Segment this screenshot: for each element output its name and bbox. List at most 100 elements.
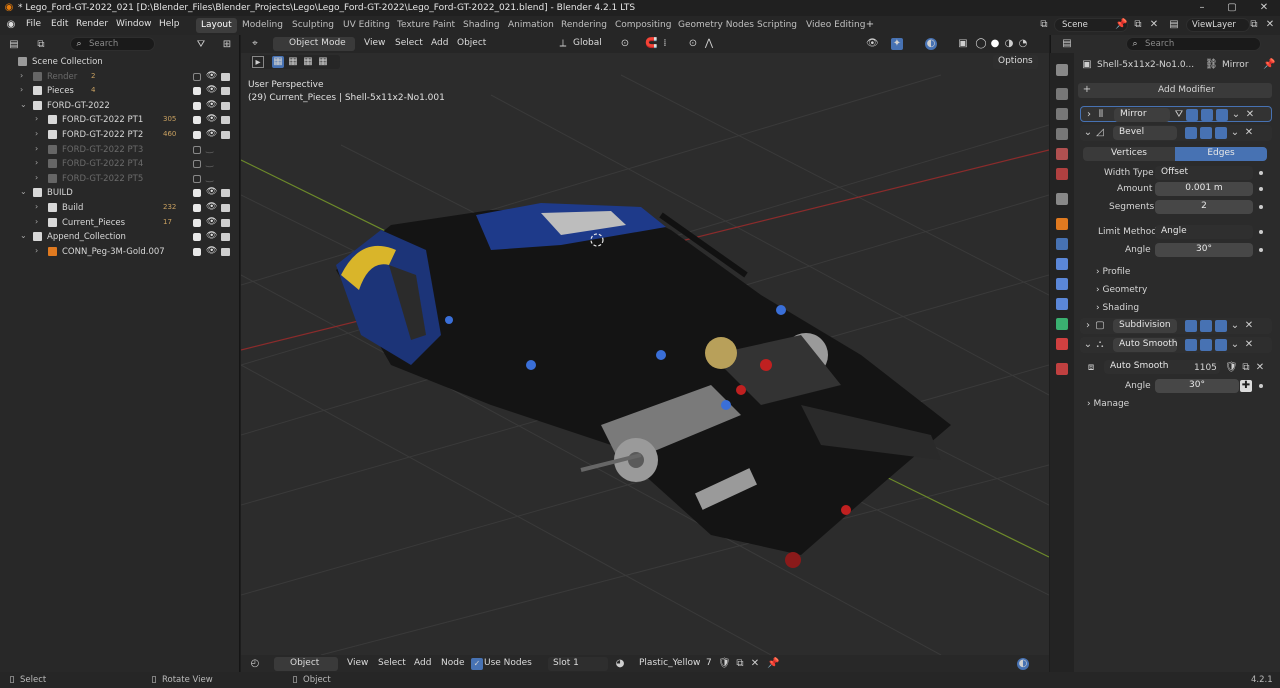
eye-closed-icon[interactable]: ‿ [206,173,213,183]
solid-shading-icon[interactable]: ● [989,38,1001,50]
menu-render[interactable]: Render [76,19,108,29]
render-camera-icon[interactable] [221,218,230,227]
render-toggle-icon[interactable] [1215,339,1227,351]
chevron-right-icon[interactable]: › [35,173,38,182]
material-shading-icon[interactable]: ◑ [1003,38,1015,50]
maximize-icon[interactable]: ▢ [1226,2,1238,14]
chevron-down-icon[interactable]: ⌄ [1082,127,1094,139]
add-workspace-icon[interactable]: + [864,19,876,31]
blender-menu-icon[interactable]: ◉ [5,19,17,31]
select-extend-icon[interactable]: ▦ [287,56,299,68]
limit-method-dropdown[interactable]: Angle [1155,225,1253,239]
modifier-bevel[interactable]: ⌄ ◿ Bevel ⌄ ✕ [1080,125,1272,141]
attribute-toggle-icon[interactable]: ✚ [1240,380,1252,392]
lego-car-model[interactable] [336,203,951,568]
tab-modeling[interactable]: Modeling [237,18,288,33]
scene-tab-icon[interactable] [1056,148,1068,160]
viewport-menu-view[interactable]: View [364,38,385,48]
gizmo-icon[interactable]: ✦ [891,38,903,50]
add-modifier-button[interactable]: + Add Modifier [1078,83,1272,98]
outliner-row[interactable]: ⌄ Append_Collection 👁 [0,230,240,245]
eye-icon[interactable]: 👁 [206,231,217,241]
outliner-row[interactable]: › Pieces 4 👁 [0,84,240,99]
viewport-toggle-icon[interactable] [1200,127,1212,139]
editor-type-icon[interactable]: ▤ [8,39,20,51]
object-mode-dropdown[interactable]: Object Mode [273,37,355,51]
exclude-checkbox[interactable] [193,204,201,212]
editor-type-icon[interactable]: ⌖ [249,38,261,50]
collection-tab-icon[interactable] [1056,193,1068,205]
subpanel-shading[interactable]: › Shading [1096,303,1139,313]
eye-closed-icon[interactable]: ‿ [206,158,213,168]
keyframe-dot-icon[interactable] [1259,384,1263,388]
render-camera-icon[interactable] [221,87,230,96]
edit-cage-icon[interactable]: ⛛ [1173,109,1185,121]
select-intersect-icon[interactable]: ▦ [317,56,329,68]
chevron-right-icon[interactable]: › [1083,109,1095,121]
render-camera-icon[interactable] [221,189,230,198]
new-collection-icon[interactable]: ⊞ [221,39,233,51]
editmode-toggle-icon[interactable] [1185,320,1197,332]
tab-geometry-nodes[interactable]: Geometry Nodes [673,18,759,33]
render-camera-icon[interactable] [221,131,230,139]
eye-icon[interactable]: 👁 [206,100,217,110]
modifier-tab-icon[interactable] [1056,238,1068,250]
chevron-right-icon[interactable]: › [35,158,38,167]
exclude-checkbox[interactable] [193,116,201,125]
menu-help[interactable]: Help [159,19,180,29]
tab-layout[interactable]: Layout [196,18,237,33]
select-new-icon[interactable]: ▦ [272,56,284,68]
slot-dropdown[interactable]: Slot 1 [548,657,608,671]
chevron-down-icon[interactable]: ⌄ [1229,320,1241,332]
eye-icon[interactable]: 👁 [206,246,217,256]
chevron-right-icon[interactable]: › [35,202,38,211]
constraints-tab-icon[interactable] [1056,298,1068,310]
angle-field[interactable]: 30° [1155,243,1253,257]
remove-modifier-icon[interactable]: ✕ [1243,127,1255,139]
chevron-right-icon[interactable]: › [35,129,38,138]
remove-modifier-icon[interactable]: ✕ [1243,339,1255,351]
view-layer-selector[interactable]: ViewLayer [1186,18,1250,32]
viewport-toggle-icon[interactable] [1200,320,1212,332]
outliner-row[interactable]: ⌄ FORD-GT-2022 👁 [0,99,240,114]
filter-icon[interactable]: ⛛ [195,39,207,51]
pin-material-icon[interactable]: 📌 [767,658,779,670]
node-group-icon[interactable]: ⧈ [1085,362,1097,374]
exclude-checkbox[interactable] [193,218,201,227]
outliner-row[interactable]: › FORD-GT-2022 PT3 ‿ [0,143,240,158]
outliner-row[interactable]: › Current_Pieces 17 👁 [0,216,240,231]
chevron-right-icon[interactable]: › [35,217,38,226]
chevron-right-icon[interactable]: › [20,71,23,80]
shader-editor-type-icon[interactable]: ◴ [249,658,261,670]
minimize-icon[interactable]: – [1196,2,1208,14]
shader-menu-add[interactable]: Add [414,658,431,668]
display-mode-icon[interactable]: ⧉ [35,39,47,51]
delete-scene-icon[interactable]: ✕ [1148,19,1160,31]
eye-icon[interactable]: 👁 [206,114,217,124]
auto-smooth-angle-field[interactable]: 30° [1155,379,1239,393]
exclude-checkbox[interactable] [193,145,201,154]
select-subtract-icon[interactable]: ▦ [302,56,314,68]
chevron-down-icon[interactable]: ⌄ [1229,127,1241,139]
particles-tab-icon[interactable] [1056,258,1068,270]
rendered-shading-icon[interactable]: ◔ [1017,38,1029,50]
close-window-icon[interactable]: ✕ [1258,2,1270,14]
transform-orientation-dropdown[interactable]: Global [573,38,602,48]
remove-modifier-icon[interactable]: ✕ [1244,109,1256,121]
chevron-down-icon[interactable]: ⌄ [20,187,27,196]
editmode-toggle-icon[interactable] [1186,109,1198,121]
use-nodes-checkbox[interactable]: ✓ [471,658,483,670]
modifier-auto-smooth[interactable]: ⌄ ⛬ Auto Smooth ⌄ ✕ [1080,337,1272,353]
chevron-down-icon[interactable]: ⌄ [1230,109,1242,121]
eye-icon[interactable]: 👁 [206,85,217,95]
outliner-row[interactable]: › CONN_Peg-3M-Gold.007 👁 [0,245,240,260]
modifier-name-field[interactable]: Bevel [1113,126,1177,140]
world-tab-icon[interactable] [1056,168,1068,180]
modifier-name-field[interactable]: Mirror [1114,108,1170,122]
outliner-row[interactable]: ⌄ BUILD 👁 [0,186,240,201]
exclude-checkbox[interactable] [193,72,201,81]
view-layer-icon[interactable]: ▤ [1168,19,1180,31]
exclude-checkbox[interactable] [193,160,201,169]
exclude-checkbox[interactable] [193,233,201,242]
new-view-layer-icon[interactable]: ⧉ [1248,19,1260,31]
